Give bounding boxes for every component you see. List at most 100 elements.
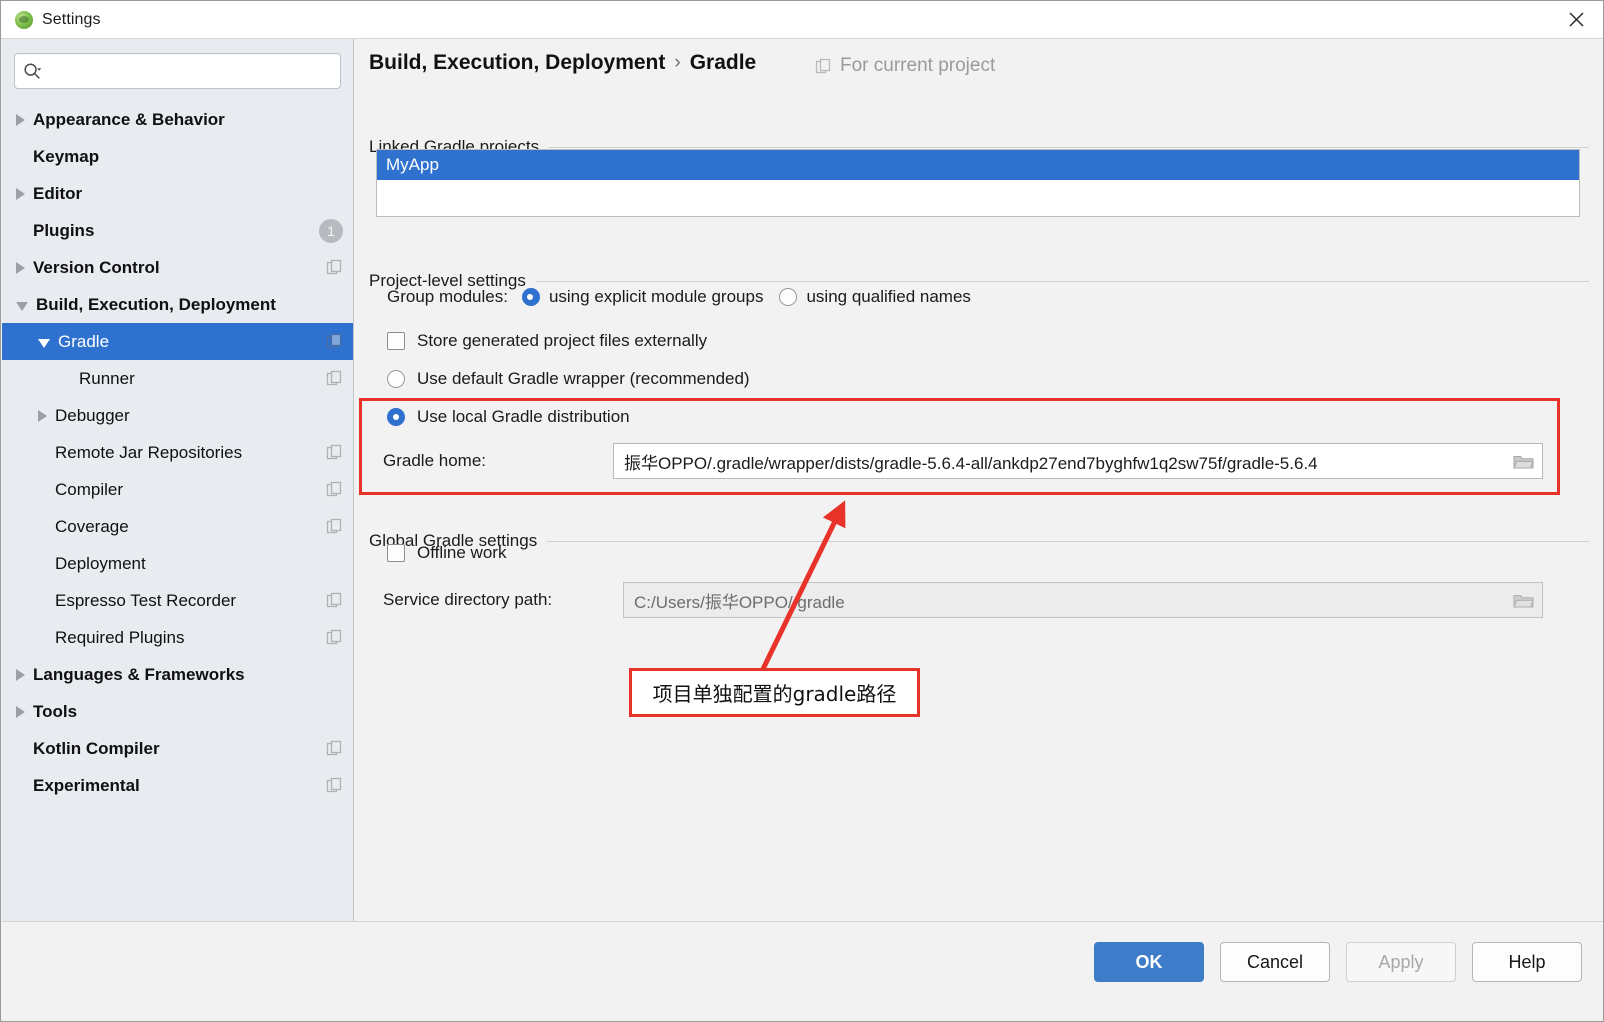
linked-projects-list[interactable]: MyApp	[376, 149, 1580, 217]
sidebar-item-label: Languages & Frameworks	[33, 664, 245, 684]
project-scope-icon	[326, 333, 343, 350]
folder-icon[interactable]	[1510, 453, 1536, 470]
radio-explicit-module-groups[interactable]: using explicit module groups	[521, 287, 764, 307]
service-dir-label: Service directory path:	[383, 590, 553, 609]
status-badge: For current project	[815, 55, 995, 77]
sidebar-item-runner[interactable]: Runner	[2, 360, 353, 397]
checkbox-offline-work-label: Offline work	[417, 543, 507, 562]
section-divider	[535, 280, 1589, 282]
checkbox-offline-work[interactable]: Offline work	[387, 543, 506, 563]
radio-indicator	[779, 288, 798, 306]
project-scope-icon	[326, 777, 343, 794]
sidebar-item-label: Kotlin Compiler	[33, 738, 160, 758]
chevron-right-icon[interactable]	[16, 113, 25, 126]
sidebar-item-espresso-test-recorder[interactable]: Espresso Test Recorder	[2, 582, 353, 619]
chevron-right-icon[interactable]	[16, 668, 25, 681]
project-scope-icon	[326, 592, 343, 609]
android-studio-icon	[15, 10, 33, 29]
chevron-down-icon[interactable]	[16, 301, 28, 311]
chevron-right-icon[interactable]	[16, 261, 25, 274]
sidebar-item-gradle[interactable]: Gradle	[2, 323, 353, 360]
cancel-button[interactable]: Cancel	[1220, 942, 1330, 982]
project-scope-icon	[326, 481, 343, 498]
folder-icon[interactable]	[1510, 592, 1536, 609]
sidebar-item-keymap[interactable]: Keymap	[2, 138, 353, 175]
sidebar-item-label: Plugins	[33, 220, 95, 240]
footer-button-group: OK Cancel Apply Help	[1094, 942, 1582, 982]
sidebar-item-coverage[interactable]: Coverage	[2, 508, 353, 545]
annotation-callout-box: 项目单独配置的gradle路径	[629, 668, 920, 717]
bottom-edge-sliver	[1, 1018, 1603, 1021]
sidebar-item-remote-jar-repositories[interactable]: Remote Jar Repositories	[2, 434, 353, 471]
window-title: Settings	[42, 10, 101, 28]
copy-project-icon	[815, 58, 831, 73]
sidebar-item-debugger[interactable]: Debugger	[2, 397, 353, 434]
sidebar-item-label: Required Plugins	[55, 627, 185, 647]
search-input[interactable]	[48, 62, 332, 80]
section-divider	[549, 146, 1589, 148]
sidebar-item-label: Experimental	[33, 775, 140, 795]
group-modules-row: Group modules: using explicit module gro…	[387, 287, 971, 307]
sidebar-item-label: Coverage	[55, 516, 129, 536]
sidebar-item-label: Keymap	[33, 146, 100, 166]
gradle-home-label-wrap: Gradle home:	[383, 451, 486, 471]
sidebar-item-plugins[interactable]: Plugins 1	[2, 212, 353, 249]
radio-use-local-distribution[interactable]: Use local Gradle distribution	[387, 407, 630, 427]
breadcrumb-parent[interactable]: Build, Execution, Deployment	[369, 51, 665, 75]
search-container	[2, 39, 353, 97]
sidebar-item-appearance-behavior[interactable]: Appearance & Behavior	[2, 101, 353, 138]
sidebar-item-kotlin-compiler[interactable]: Kotlin Compiler	[2, 730, 353, 767]
sidebar-item-label: Deployment	[55, 553, 146, 573]
sidebar-item-label: Appearance & Behavior	[33, 109, 225, 129]
chevron-right-icon[interactable]	[16, 705, 25, 718]
apply-button: Apply	[1346, 942, 1456, 982]
settings-sidebar: Appearance & Behavior Keymap Editor Plugins…	[2, 39, 354, 923]
chevron-right-icon[interactable]	[16, 187, 25, 200]
sidebar-item-deployment[interactable]: Deployment	[2, 545, 353, 582]
radio-indicator	[521, 288, 540, 306]
sidebar-item-label: Espresso Test Recorder	[55, 590, 237, 610]
close-icon[interactable]	[1549, 1, 1603, 38]
sidebar-item-label: Tools	[33, 701, 78, 721]
service-dir-input[interactable]: C:/Users/振华OPPO/.gradle	[623, 582, 1543, 618]
radio-explicit-module-groups-label: using explicit module groups	[548, 287, 764, 306]
sidebar-item-languages-frameworks[interactable]: Languages & Frameworks	[2, 656, 353, 693]
chevron-right-icon[interactable]	[38, 409, 47, 422]
sidebar-item-compiler[interactable]: Compiler	[2, 471, 353, 508]
search-box[interactable]	[14, 53, 341, 89]
sidebar-item-label: Remote Jar Repositories	[55, 442, 243, 462]
title-bar: Settings	[1, 1, 1603, 39]
checkbox-indicator	[387, 332, 405, 350]
sidebar-item-build-execution-deployment[interactable]: Build, Execution, Deployment	[2, 286, 353, 323]
sidebar-item-tools[interactable]: Tools	[2, 693, 353, 730]
checkbox-store-externally[interactable]: Store generated project files externally	[387, 331, 707, 351]
radio-qualified-names-label: using qualified names	[806, 287, 971, 306]
sidebar-item-label: Editor	[33, 183, 83, 203]
checkbox-indicator	[387, 544, 405, 562]
sidebar-item-label: Compiler	[55, 479, 124, 499]
service-dir-value: C:/Users/振华OPPO/.gradle	[634, 592, 845, 612]
service-dir-label-wrap: Service directory path:	[383, 590, 552, 610]
breadcrumb: Build, Execution, Deployment › Gradle	[369, 51, 756, 75]
list-item[interactable]: MyApp	[377, 150, 1579, 180]
search-icon	[24, 62, 42, 79]
project-scope-icon	[326, 259, 343, 276]
radio-qualified-names[interactable]: using qualified names	[779, 287, 971, 307]
gradle-home-input[interactable]: 振华OPPO/.gradle/wrapper/dists/gradle-5.6.…	[613, 443, 1543, 479]
sidebar-item-experimental[interactable]: Experimental	[2, 767, 353, 804]
gradle-home-value: 振华OPPO/.gradle/wrapper/dists/gradle-5.6.…	[624, 453, 1318, 473]
chevron-down-icon[interactable]	[38, 338, 50, 348]
ok-button[interactable]: OK	[1094, 942, 1204, 982]
sidebar-item-version-control[interactable]: Version Control	[2, 249, 353, 286]
project-scope-icon	[326, 518, 343, 535]
radio-use-default-wrapper[interactable]: Use default Gradle wrapper (recommended)	[387, 369, 750, 389]
sidebar-item-label: Runner	[79, 368, 135, 388]
sidebar-item-badge: 1	[319, 218, 343, 243]
status-badge-label: For current project	[840, 55, 996, 76]
sidebar-item-editor[interactable]: Editor	[2, 175, 353, 212]
help-button[interactable]: Help	[1472, 942, 1582, 982]
annotation-callout-text: 项目单独配置的gradle路径	[652, 682, 897, 706]
settings-main-panel: Build, Execution, Deployment › Gradle Fo…	[355, 39, 1603, 923]
sidebar-item-required-plugins[interactable]: Required Plugins	[2, 619, 353, 656]
gradle-home-label: Gradle home:	[383, 451, 486, 470]
